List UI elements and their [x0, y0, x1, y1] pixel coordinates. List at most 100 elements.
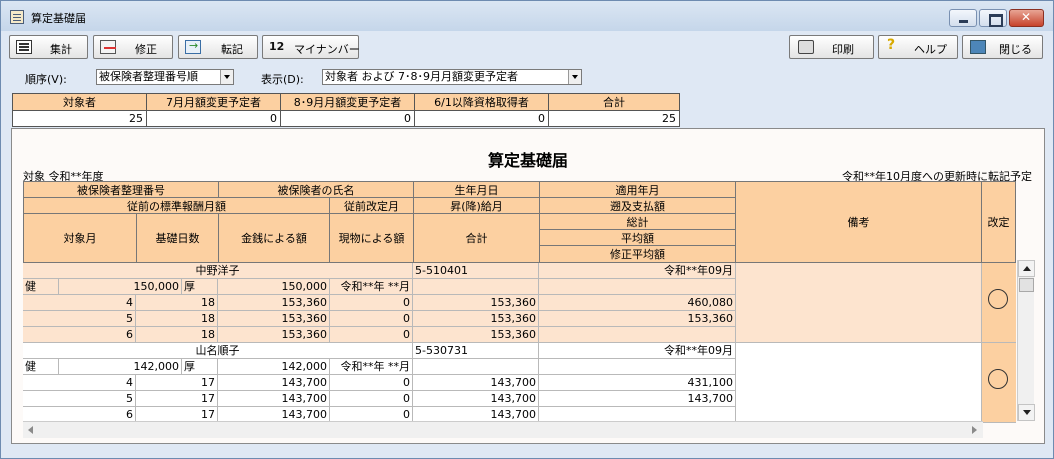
title-bar: 算定基礎届: [1, 1, 1053, 31]
revision-cell[interactable]: [982, 263, 1016, 343]
header-total: 合計: [413, 213, 540, 263]
close-door-icon: [970, 40, 986, 54]
sum-button[interactable]: 集計: [9, 35, 88, 59]
chevron-down-icon: [568, 70, 581, 84]
post-icon: [185, 39, 201, 54]
scroll-down-icon[interactable]: [1018, 404, 1035, 421]
header-promotion: 昇(降)給月: [413, 197, 540, 214]
summary-header: 7月月額変更予定者: [146, 93, 281, 111]
close-label: 閉じる: [999, 43, 1032, 56]
help-button[interactable]: ? ヘルプ: [878, 35, 958, 59]
close-window-button[interactable]: [1009, 9, 1044, 27]
order-label: 順序(V):: [25, 73, 67, 86]
minimize-button[interactable]: [949, 9, 977, 27]
prev-revision-month: 令和**年 **月: [330, 359, 413, 375]
mynumber-label: マイナンバー: [294, 43, 360, 56]
average-cell: 143,700: [539, 391, 736, 407]
edit-icon: [100, 40, 116, 54]
scroll-left-icon[interactable]: [23, 422, 40, 439]
remarks-cell[interactable]: [736, 263, 982, 343]
prev-standard-amount: 150,000: [59, 279, 182, 295]
header-inkind: 現物による額: [329, 213, 414, 263]
prev-revision-month: 令和**年 **月: [330, 279, 413, 295]
revision-cell[interactable]: [982, 343, 1016, 423]
scroll-thumb[interactable]: [1019, 278, 1034, 292]
retro-amount: [539, 359, 736, 375]
header-remarks: 備考: [735, 181, 982, 263]
header-insured-name: 被保険者の氏名: [218, 181, 414, 198]
edit-label: 修正: [135, 43, 157, 56]
retro-amount: [539, 279, 736, 295]
app-icon: [10, 10, 24, 24]
header-insured-no: 被保険者整理番号: [23, 181, 219, 198]
adj-average-cell: [539, 327, 736, 343]
total-cell: 143,700: [413, 375, 539, 391]
employee-apply: 令和**年09月: [539, 343, 736, 359]
order-select-value: 被保険者整理番号順: [99, 70, 198, 83]
maximize-button[interactable]: [979, 9, 1007, 27]
summary-header: 対象者: [12, 93, 147, 111]
total-cell: 143,700: [413, 391, 539, 407]
edit-button[interactable]: 修正: [93, 35, 173, 59]
header-adj-average: 修正平均額: [539, 245, 736, 263]
month-cell: 5: [23, 391, 136, 407]
scroll-right-icon[interactable]: [966, 422, 983, 439]
employee-birth: 5-510401: [413, 263, 539, 279]
summary-header: 8･9月月額変更予定者: [280, 93, 415, 111]
summary-value: 0: [414, 110, 549, 127]
summary-value: 25: [548, 110, 680, 127]
summary-table: 対象者 7月月額変更予定者 8･9月月額変更予定者 6/1以降資格取得者 合計 …: [12, 93, 680, 127]
total-cell: 153,360: [413, 311, 539, 327]
header-base-days: 基礎日数: [136, 213, 219, 263]
average-cell: 153,360: [539, 311, 736, 327]
inkind-cell: 0: [330, 375, 413, 391]
remarks-cell[interactable]: [736, 343, 982, 423]
help-icon: ?: [887, 37, 896, 53]
mynumber-icon: 12: [269, 40, 285, 53]
post-label: 転記: [221, 43, 243, 56]
post-button[interactable]: 転記: [178, 35, 258, 59]
grand-total-cell: 460,080: [539, 295, 736, 311]
sum-label: 集計: [50, 43, 72, 56]
mynumber-button[interactable]: 12 マイナンバー: [262, 35, 360, 59]
month-cell: 6: [23, 327, 136, 343]
revision-circle-icon: [988, 289, 1008, 309]
summary-value: 0: [280, 110, 415, 127]
pension-amount: 150,000: [218, 279, 330, 295]
total-cell: 153,360: [413, 295, 539, 311]
print-button[interactable]: 印刷: [789, 35, 874, 59]
pension-label: 厚: [182, 359, 218, 375]
display-select[interactable]: 対象者 および 7･8･9月月額変更予定者: [322, 69, 582, 85]
pension-amount: 142,000: [218, 359, 330, 375]
display-select-value: 対象者 および 7･8･9月月額変更予定者: [325, 70, 518, 83]
scroll-up-icon[interactable]: [1018, 260, 1035, 277]
days-cell: 18: [136, 295, 218, 311]
promotion-month: [413, 359, 539, 375]
header-birth: 生年月日: [413, 181, 540, 198]
employee-birth: 5-530731: [413, 343, 539, 359]
employee-name: 山名順子: [23, 343, 413, 359]
month-cell: 4: [23, 375, 136, 391]
days-cell: 17: [136, 375, 218, 391]
horizontal-scrollbar[interactable]: [23, 421, 983, 438]
order-select[interactable]: 被保険者整理番号順: [96, 69, 234, 85]
cash-cell: 153,360: [218, 311, 330, 327]
report-panel: 算定基礎届 対象 令和**年度 令和**年10月度への更新時に転記予定 被保険者…: [11, 128, 1045, 444]
header-apply-month: 適用年月: [539, 181, 736, 198]
month-cell: 5: [23, 311, 136, 327]
cash-cell: 153,360: [218, 295, 330, 311]
inkind-cell: 0: [330, 391, 413, 407]
vertical-scrollbar[interactable]: [1017, 260, 1035, 421]
summary-value: 0: [146, 110, 281, 127]
app-window: 算定基礎届 集計 修正 転記 12 マイナンバー 印刷 ? ヘルプ 閉じる 順序…: [0, 0, 1054, 459]
header-month: 対象月: [23, 213, 137, 263]
health-label: 健: [23, 359, 59, 375]
header-prev-standard: 従前の標準報酬月額: [23, 197, 330, 214]
chevron-down-icon: [220, 70, 233, 84]
display-label: 表示(D):: [261, 73, 304, 86]
window-title: 算定基礎届: [31, 12, 86, 25]
close-button[interactable]: 閉じる: [962, 35, 1043, 59]
cash-cell: 143,700: [218, 391, 330, 407]
inkind-cell: 0: [330, 327, 413, 343]
printer-icon: [798, 40, 814, 54]
